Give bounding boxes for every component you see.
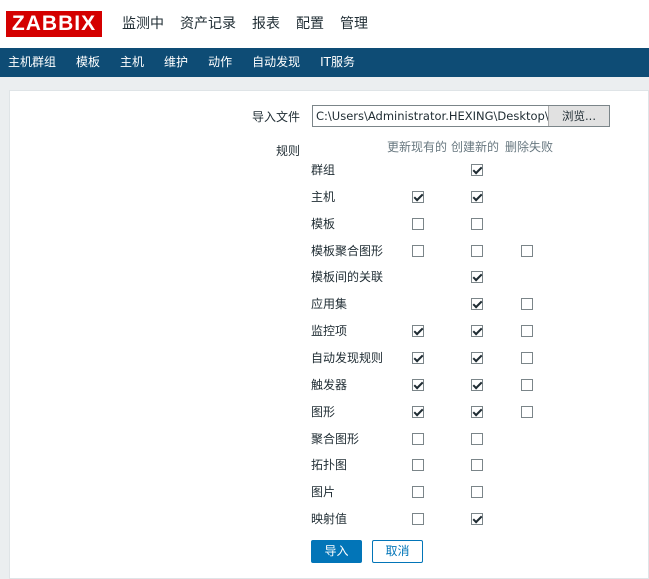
subnav-host-groups[interactable]: 主机群组 (0, 48, 66, 77)
checkbox-update[interactable] (412, 432, 424, 445)
checkbox-create[interactable] (471, 432, 483, 445)
subnav-actions[interactable]: 动作 (198, 48, 242, 77)
sub-nav: 主机群组 模板 主机 维护 动作 自动发现 IT服务 (0, 48, 649, 77)
subnav-hosts[interactable]: 主机 (110, 48, 154, 77)
checkbox-delete[interactable] (521, 244, 533, 257)
nav-inventory[interactable]: 资产记录 (172, 0, 244, 48)
checkbox-update[interactable] (412, 325, 424, 338)
file-path-value: C:\Users\Administrator.HEXING\Desktop\ng (316, 109, 548, 123)
rule-label: 群组 (311, 163, 336, 177)
subnav-templates[interactable]: 模板 (66, 48, 110, 77)
rule-label: 映射值 (311, 512, 348, 527)
checkbox-create[interactable] (471, 217, 483, 230)
checkbox-create[interactable] (471, 459, 483, 472)
column-update-existing: 更新现有的 (387, 140, 448, 154)
checkbox-delete[interactable] (521, 405, 533, 418)
checkbox-update[interactable] (412, 459, 424, 472)
column-create-new: 创建新的 (451, 140, 500, 154)
checkbox-delete[interactable] (521, 351, 533, 364)
top-header: ZABBIX 监测中 资产记录 报表 配置 管理 (0, 0, 649, 48)
checkbox-create[interactable] (471, 164, 483, 176)
subnav-discovery[interactable]: 自动发现 (242, 48, 310, 77)
checkbox-create[interactable] (471, 298, 483, 311)
rule-label: 模板聚合图形 (311, 243, 384, 258)
checkbox-update[interactable] (412, 513, 424, 526)
file-input[interactable]: C:\Users\Administrator.HEXING\Desktop\ng… (312, 105, 610, 127)
nav-reports[interactable]: 报表 (244, 0, 288, 48)
checkbox-create[interactable] (471, 405, 483, 418)
checkbox-delete[interactable] (521, 298, 533, 311)
checkbox-update[interactable] (412, 244, 424, 257)
rule-label: 应用集 (311, 297, 348, 312)
cancel-button[interactable]: 取消 (372, 540, 423, 563)
checkbox-update[interactable] (412, 486, 424, 499)
checkbox-create[interactable] (471, 351, 483, 364)
checkbox-update[interactable] (412, 378, 424, 391)
rule-label: 模板 (311, 216, 336, 231)
rule-label: 监控项 (311, 324, 348, 339)
nav-monitoring[interactable]: 监测中 (114, 0, 172, 48)
nav-configuration[interactable]: 配置 (288, 0, 332, 48)
subnav-it-services[interactable]: IT服务 (310, 48, 365, 77)
checkbox-create[interactable] (471, 190, 483, 203)
checkbox-update[interactable] (412, 351, 424, 364)
main-nav: 监测中 资产记录 报表 配置 管理 (114, 0, 376, 48)
checkbox-create[interactable] (471, 271, 483, 284)
import-file-label: 导入文件 (252, 110, 301, 124)
checkbox-create[interactable] (471, 378, 483, 391)
rule-label: 图片 (311, 485, 336, 500)
checkbox-update[interactable] (412, 190, 424, 203)
import-button[interactable]: 导入 (311, 540, 362, 563)
checkbox-create[interactable] (471, 486, 483, 499)
browse-button[interactable]: 浏览... (548, 106, 609, 126)
rules-label: 规则 (276, 144, 301, 158)
zabbix-logo[interactable]: ZABBIX (6, 11, 102, 37)
rule-label: 自动发现规则 (311, 350, 384, 365)
rule-label: 拓扑图 (311, 458, 348, 473)
checkbox-delete[interactable] (521, 378, 533, 391)
checkbox-create[interactable] (471, 244, 483, 257)
checkbox-create[interactable] (471, 325, 483, 338)
checkbox-delete[interactable] (521, 325, 533, 338)
rule-label: 图形 (311, 404, 336, 419)
checkbox-update[interactable] (412, 217, 424, 230)
nav-administration[interactable]: 管理 (332, 0, 376, 48)
subnav-maintenance[interactable]: 维护 (154, 48, 198, 77)
checkbox-create[interactable] (471, 513, 483, 526)
column-delete-missing: 删除失败 (505, 140, 554, 154)
rule-label: 模板间的关联 (311, 270, 384, 285)
checkbox-update[interactable] (412, 405, 424, 418)
rule-label: 触发器 (311, 377, 348, 392)
rule-label: 主机 (311, 189, 336, 204)
rule-label: 聚合图形 (311, 431, 360, 446)
